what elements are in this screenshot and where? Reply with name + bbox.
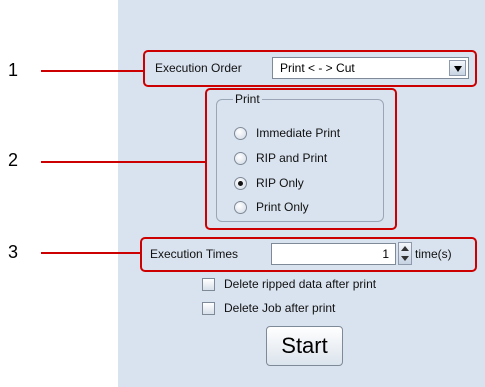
radio-rip-and-print-label: RIP and Print: [256, 151, 328, 165]
radio-rip-only[interactable]: [234, 177, 247, 190]
execution-order-label: Execution Order: [155, 61, 242, 75]
radio-immediate-print[interactable]: [234, 127, 247, 140]
callout-line-3: [41, 252, 140, 254]
execution-times-input[interactable]: 1: [271, 243, 396, 265]
radio-immediate-print-label: Immediate Print: [256, 126, 341, 140]
callout-number-2: 2: [8, 150, 19, 170]
callout-line-1: [41, 70, 143, 72]
radio-rip-only-label: RIP Only: [256, 176, 304, 190]
start-button[interactable]: Start: [266, 326, 343, 366]
execution-times-spinner[interactable]: [398, 242, 412, 265]
callout-number-1: 1: [8, 60, 19, 80]
radio-print-only[interactable]: [234, 201, 247, 214]
execution-times-value: 1: [382, 247, 389, 261]
print-group-legend: Print: [233, 92, 262, 106]
delete-job-checkbox[interactable]: [202, 302, 215, 315]
spinner-up-icon[interactable]: [401, 246, 409, 251]
callout-number-3: 3: [8, 242, 19, 262]
radio-rip-and-print[interactable]: [234, 152, 247, 165]
chevron-down-icon[interactable]: [449, 60, 466, 76]
delete-ripped-data-checkbox[interactable]: [202, 278, 215, 291]
callout-line-2: [41, 161, 205, 163]
execution-times-label: Execution Times: [150, 247, 239, 261]
radio-print-only-label: Print Only: [256, 200, 309, 214]
execution-times-unit: time(s): [415, 247, 452, 261]
delete-job-label: Delete Job after print: [224, 301, 336, 315]
spinner-down-icon[interactable]: [401, 256, 409, 261]
execution-order-select[interactable]: Print < - > Cut: [272, 57, 469, 79]
delete-ripped-data-label: Delete ripped data after print: [224, 277, 377, 291]
execution-order-value: Print < - > Cut: [280, 61, 355, 75]
